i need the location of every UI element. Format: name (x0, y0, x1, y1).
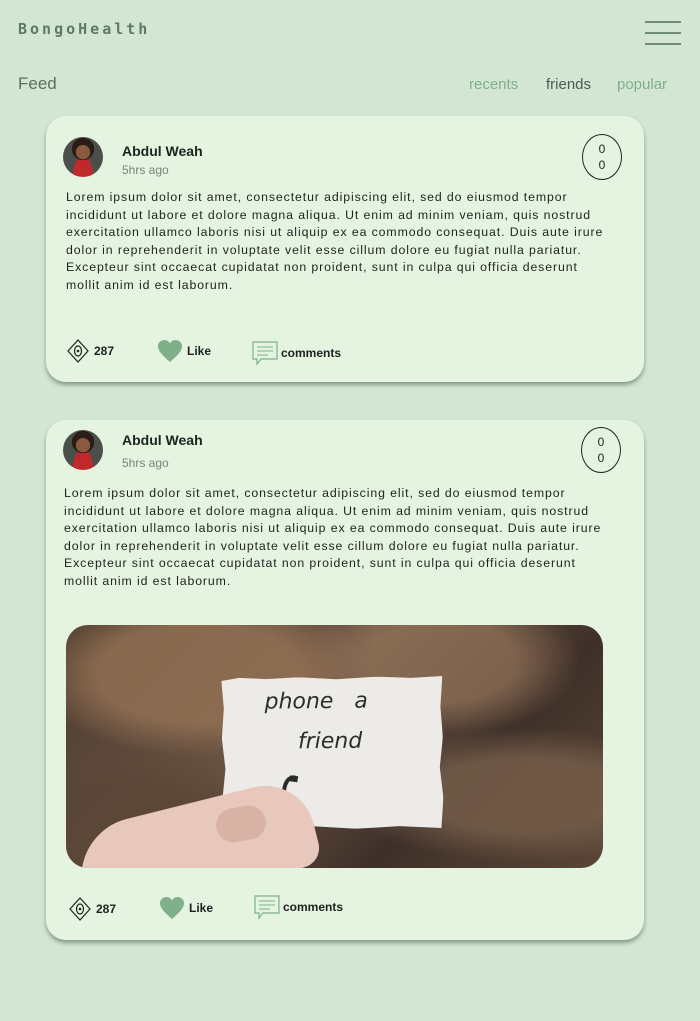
badge-value-top: 0 (598, 142, 606, 156)
brand-logo: BongoHealth (18, 20, 151, 38)
post-image[interactable]: phone a friend (66, 625, 603, 868)
post-body: Lorem ipsum dolor sit amet, consectetur … (64, 486, 602, 588)
menu-icon[interactable] (645, 21, 681, 47)
post-author[interactable]: Abdul Weah (122, 143, 203, 159)
avatar[interactable] (63, 430, 103, 470)
post-badge[interactable]: 0 0 (582, 134, 622, 180)
views-count: 287 (94, 344, 115, 358)
post-time: 5hrs ago (122, 456, 169, 470)
heart-icon (158, 340, 182, 362)
comment-icon (252, 341, 278, 366)
heart-icon (160, 897, 184, 919)
avatar[interactable] (63, 137, 103, 177)
comments-label: comments (281, 346, 342, 360)
tab-recents[interactable]: recents (469, 76, 518, 93)
comments-button[interactable]: comments (254, 894, 343, 920)
hand (68, 775, 324, 868)
like-button[interactable]: Like (159, 896, 213, 920)
views-counter[interactable]: 287 (65, 338, 114, 364)
views-count: 287 (96, 902, 117, 916)
eye-icon (67, 339, 89, 363)
tab-popular[interactable]: popular (617, 76, 667, 93)
like-button[interactable]: Like (157, 339, 211, 363)
feed-tabs: recents friends popular (0, 76, 700, 96)
post-card: Abdul Weah 5hrs ago 0 0 Lorem ipsum dolo… (46, 116, 644, 382)
post-badge[interactable]: 0 0 (581, 427, 621, 473)
post-card: Abdul Weah 5hrs ago 0 0 Lorem ipsum dolo… (46, 420, 644, 940)
eye-icon (69, 897, 91, 921)
post-body: Lorem ipsum dolor sit amet, consectetur … (66, 190, 604, 292)
comments-label: comments (283, 900, 344, 914)
badge-value-top: 0 (597, 435, 605, 449)
like-label: Like (187, 344, 212, 358)
comment-icon (254, 895, 280, 920)
tab-friends[interactable]: friends (546, 76, 591, 93)
post-time: 5hrs ago (122, 163, 169, 177)
comments-button[interactable]: comments (252, 340, 341, 366)
post-author[interactable]: Abdul Weah (122, 432, 203, 448)
badge-value-bottom: 0 (598, 158, 606, 172)
views-counter[interactable]: 287 (67, 896, 116, 922)
like-label: Like (189, 901, 214, 915)
note-text-line-2: friend (297, 728, 363, 755)
badge-value-bottom: 0 (597, 451, 605, 465)
note-text-line-1: phone a (264, 688, 368, 715)
